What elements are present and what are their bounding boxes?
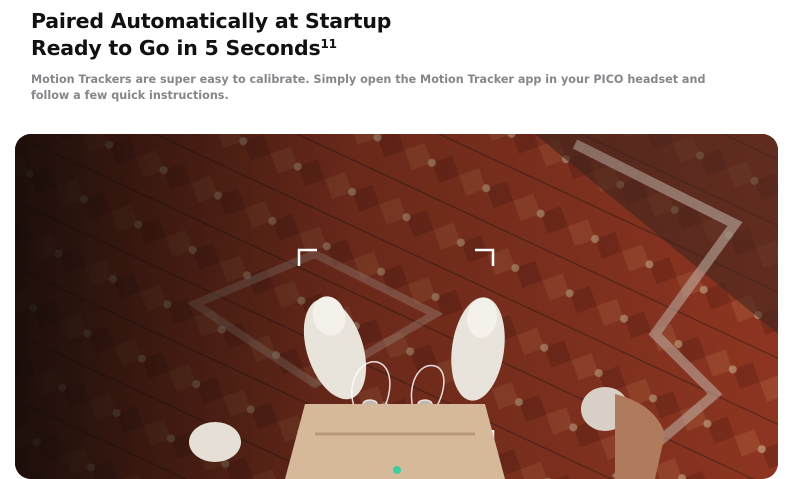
heading-line-2: Ready to Go in 5 Seconds11 xyxy=(31,35,391,65)
section-description: Motion Trackers are super easy to calibr… xyxy=(31,73,706,102)
rug-scene-illustration xyxy=(15,134,778,479)
heading-line-1: Paired Automatically at Startup xyxy=(31,9,392,33)
left-hand-controller xyxy=(189,422,241,462)
heading-line-2-text: Ready to Go in 5 Seconds xyxy=(31,36,321,60)
footnote-marker[interactable]: 11 xyxy=(321,37,338,51)
section-heading: Paired Automatically at Startup Ready to… xyxy=(31,8,391,65)
carousel-indicator-dot[interactable] xyxy=(393,466,401,474)
hero-video[interactable] xyxy=(15,134,778,479)
